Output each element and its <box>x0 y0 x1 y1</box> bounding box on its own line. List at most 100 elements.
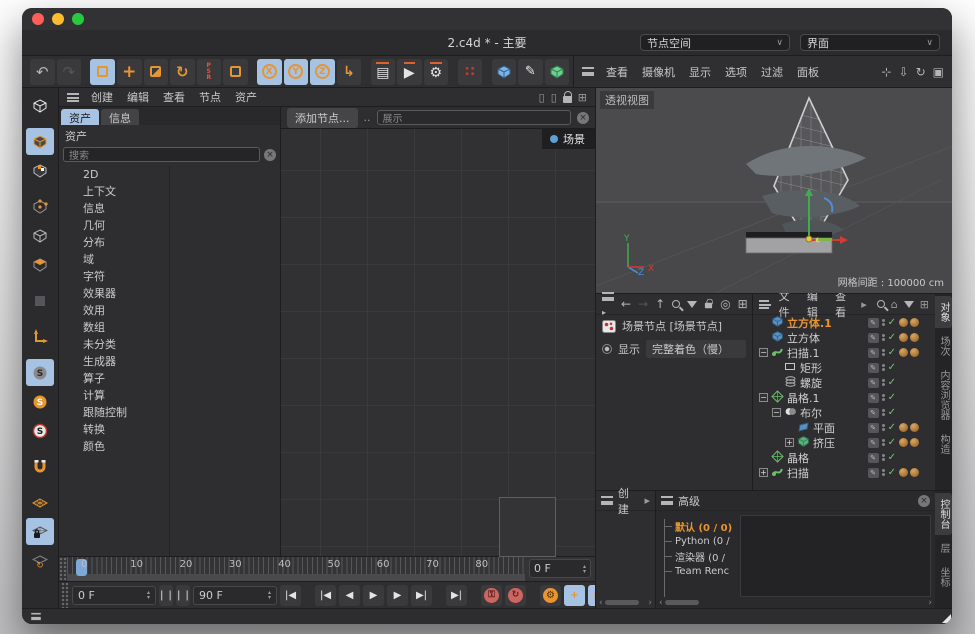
close-console-icon[interactable]: × <box>918 495 930 507</box>
side-tab-场次[interactable]: 场次 <box>935 330 952 362</box>
panel-right-icon[interactable]: ▯ <box>551 91 557 104</box>
orbit-icon[interactable]: ↻ <box>916 65 926 79</box>
asset-category[interactable]: 数组 <box>59 319 169 336</box>
asset-category[interactable]: 跟随控制 <box>59 404 169 421</box>
viewport-menu-icon[interactable] <box>582 67 594 76</box>
next-frame-button[interactable]: ▶ <box>387 585 408 606</box>
lock-y-button[interactable]: Y <box>284 59 309 85</box>
object-name[interactable]: 布尔 <box>800 405 822 421</box>
undo-button[interactable]: ↶ <box>30 59 55 85</box>
asset-category[interactable]: 效用 <box>59 302 169 319</box>
model-mode-button[interactable] <box>26 128 54 155</box>
object-row[interactable]: 平面✎✓ <box>753 420 935 435</box>
enabled-check-icon[interactable]: ✓ <box>888 317 896 328</box>
texture-mode-button[interactable] <box>26 157 54 184</box>
filter-icon[interactable] <box>687 297 697 311</box>
material-tag-icon[interactable] <box>899 318 908 327</box>
goto-end-button[interactable]: ▶| <box>446 585 467 606</box>
point-mode-button[interactable] <box>26 193 54 220</box>
rect-select-button[interactable] <box>223 59 248 85</box>
scene-node-name[interactable]: 场景节点 [场景节点] <box>622 318 722 334</box>
material-tag-icon[interactable] <box>910 318 919 327</box>
console-output[interactable] <box>740 515 931 597</box>
visibility-dots-toggle[interactable] <box>882 379 885 386</box>
enabled-check-icon[interactable]: ✓ <box>888 347 896 358</box>
object-name[interactable]: 扫描.1 <box>787 345 820 361</box>
enabled-check-icon[interactable]: ✓ <box>888 407 896 418</box>
status-menu-icon[interactable] <box>31 613 41 620</box>
asset-category[interactable]: 生成器 <box>59 353 169 370</box>
tab-info[interactable]: 信息 <box>101 109 139 125</box>
object-row[interactable]: 螺旋✎✓ <box>753 375 935 390</box>
enabled-check-icon[interactable]: ✓ <box>888 452 896 463</box>
menu-icon[interactable]: ▸ <box>602 290 614 318</box>
scale-button[interactable] <box>144 59 169 85</box>
redo-button[interactable]: ↷ <box>57 59 82 85</box>
node-panel-menu-4[interactable]: 资产 <box>235 89 257 105</box>
material-tag-icon[interactable] <box>910 423 919 432</box>
scrollbar-horizontal[interactable]: ‹› <box>596 597 655 608</box>
asset-category[interactable]: 上下文 <box>59 183 169 200</box>
asset-category[interactable]: 颜色 <box>59 438 169 455</box>
pan-icon[interactable]: ⊹ <box>881 65 891 79</box>
console-tree-item[interactable]: 默认 (0 / 0) <box>665 519 736 534</box>
add-node-button[interactable]: 添加节点... <box>287 108 358 128</box>
enabled-check-icon[interactable]: ✓ <box>888 467 896 478</box>
editor-visibility-toggle[interactable]: ✎ <box>868 378 879 388</box>
object-manager-menu-icon[interactable] <box>759 300 769 309</box>
object-name[interactable]: 矩形 <box>800 360 822 376</box>
object-row[interactable]: 立方体.1✎✓ <box>753 315 935 330</box>
object-name[interactable]: 扫描 <box>787 465 809 481</box>
goto-start-button[interactable]: |◀ <box>280 585 301 606</box>
interface-dropdown[interactable]: 界面∨ <box>800 34 940 51</box>
rotate-button[interactable]: ↻ <box>170 59 195 85</box>
side-tab-控制台[interactable]: 控制台 <box>935 493 952 535</box>
next-key-button[interactable]: ▶| <box>411 585 432 606</box>
asset-category[interactable]: 转换 <box>59 421 169 438</box>
target-icon[interactable]: ◎ <box>720 297 730 311</box>
enabled-check-icon[interactable]: ✓ <box>888 362 896 373</box>
material-tag-icon[interactable] <box>899 468 908 477</box>
panel-left-icon[interactable]: ▯ <box>539 91 545 104</box>
editor-visibility-toggle[interactable]: ✎ <box>868 363 879 373</box>
asset-category[interactable]: 几何 <box>59 217 169 234</box>
visibility-dots-toggle[interactable] <box>882 409 885 416</box>
add-icon[interactable]: ⊞ <box>920 298 929 311</box>
side-tab-层[interactable]: 层 <box>935 537 952 559</box>
more-menu-icon[interactable]: ▸ <box>861 298 867 311</box>
object-row[interactable]: +挤压✎✓ <box>753 435 935 450</box>
side-tab-内容浏览器[interactable]: 内容浏览器 <box>935 364 952 426</box>
asset-category[interactable]: 计算 <box>59 387 169 404</box>
visibility-dots-toggle[interactable] <box>882 454 885 461</box>
visibility-dots-toggle[interactable] <box>882 364 885 371</box>
object-name[interactable]: 晶格 <box>787 450 809 466</box>
editor-visibility-toggle[interactable]: ✎ <box>868 423 879 433</box>
material-nodes-button[interactable]: ∷ <box>458 59 483 85</box>
object-row[interactable]: −晶格.1✎✓ <box>753 390 935 405</box>
expander-icon[interactable]: + <box>785 438 794 447</box>
psr-button[interactable]: PSR <box>197 59 222 85</box>
lock-z-button[interactable]: Z <box>310 59 335 85</box>
close-window-button[interactable] <box>32 13 44 25</box>
node-panel-menu-0[interactable]: 创建 <box>91 89 113 105</box>
search-icon[interactable] <box>672 297 680 311</box>
lock-icon[interactable] <box>704 297 713 312</box>
edge-mode-button[interactable] <box>26 222 54 249</box>
timeline-drag-handle[interactable] <box>59 557 67 581</box>
material-tag-icon[interactable] <box>910 333 919 342</box>
minimize-window-button[interactable] <box>52 13 64 25</box>
asset-category[interactable]: 字符 <box>59 268 169 285</box>
zoom-window-button[interactable] <box>72 13 84 25</box>
console-tree-item[interactable]: Team Renc <box>665 564 736 579</box>
viewport-menu-2[interactable]: 显示 <box>689 64 711 80</box>
enabled-check-icon[interactable]: ✓ <box>888 437 896 448</box>
material-tag-icon[interactable] <box>910 468 919 477</box>
search-icon[interactable] <box>877 298 885 311</box>
object-name[interactable]: 平面 <box>813 420 835 436</box>
object-name[interactable]: 晶格.1 <box>787 390 820 406</box>
material-tag-icon[interactable] <box>899 423 908 432</box>
scene-node[interactable]: 场景 <box>542 129 595 149</box>
object-name[interactable]: 立方体.1 <box>787 315 832 331</box>
tweak-mode-button[interactable] <box>26 287 54 314</box>
visibility-dots-toggle[interactable] <box>882 394 885 401</box>
